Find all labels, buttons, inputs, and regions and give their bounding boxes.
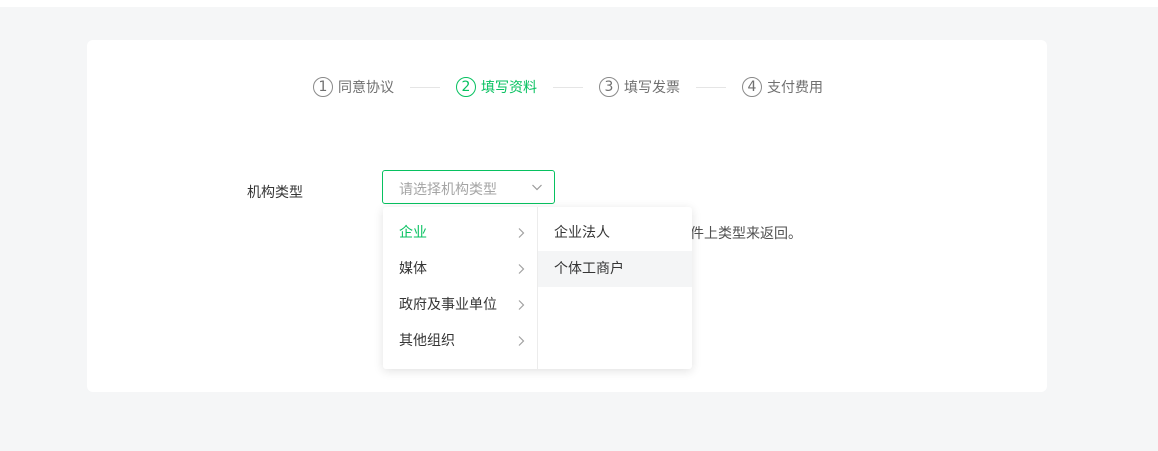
step-label: 同意协议 [338, 80, 394, 96]
org-type-label: 机构类型 [247, 185, 303, 201]
option-individual-business[interactable]: 个体工商户 [538, 251, 692, 287]
option-label: 其他组织 [399, 333, 455, 349]
step-number: 4 [742, 77, 762, 97]
option-label: 政府及事业单位 [399, 297, 497, 313]
option-enterprise-legal-person[interactable]: 企业法人 [538, 215, 692, 251]
step-pay: 4 支付费用 [742, 77, 823, 97]
chevron-right-icon [518, 264, 525, 274]
top-strip [0, 0, 1158, 7]
progress-stepper: 1 同意协议 2 填写资料 3 填写发票 4 支付费用 [313, 76, 823, 98]
chevron-right-icon [518, 228, 525, 238]
step-fill-invoice: 3 填写发票 [599, 77, 680, 97]
select-placeholder: 请选择机构类型 [399, 182, 497, 198]
option-label: 企业法人 [554, 225, 610, 241]
step-number: 1 [313, 77, 333, 97]
org-type-select[interactable]: 请选择机构类型 [382, 170, 555, 204]
step-label: 填写资料 [481, 80, 537, 96]
step-number: 2 [456, 77, 476, 97]
option-label: 企业 [399, 225, 427, 241]
chevron-down-icon [532, 184, 542, 191]
step-label: 支付费用 [767, 80, 823, 96]
option-label: 个体工商户 [554, 261, 624, 277]
step-connector [696, 86, 726, 88]
org-type-cascader: 企业 媒体 政府及事业单位 其他组织 企业法人 个体工商户 [383, 207, 692, 369]
chevron-right-icon [518, 300, 525, 310]
cascader-level2: 企业法人 个体工商户 [538, 207, 692, 369]
option-other-org[interactable]: 其他组织 [383, 323, 537, 359]
option-government[interactable]: 政府及事业单位 [383, 287, 537, 323]
option-label: 媒体 [399, 261, 427, 277]
step-label: 填写发票 [624, 80, 680, 96]
option-media[interactable]: 媒体 [383, 251, 537, 287]
step-agree: 1 同意协议 [313, 77, 394, 97]
step-fill-info: 2 填写资料 [456, 77, 537, 97]
hint-text: 件上类型来返回。 [690, 226, 802, 242]
step-connector [553, 86, 583, 88]
step-number: 3 [599, 77, 619, 97]
chevron-right-icon [518, 336, 525, 346]
step-connector [410, 86, 440, 88]
option-enterprise[interactable]: 企业 [383, 215, 537, 251]
cascader-level1: 企业 媒体 政府及事业单位 其他组织 [383, 207, 538, 369]
